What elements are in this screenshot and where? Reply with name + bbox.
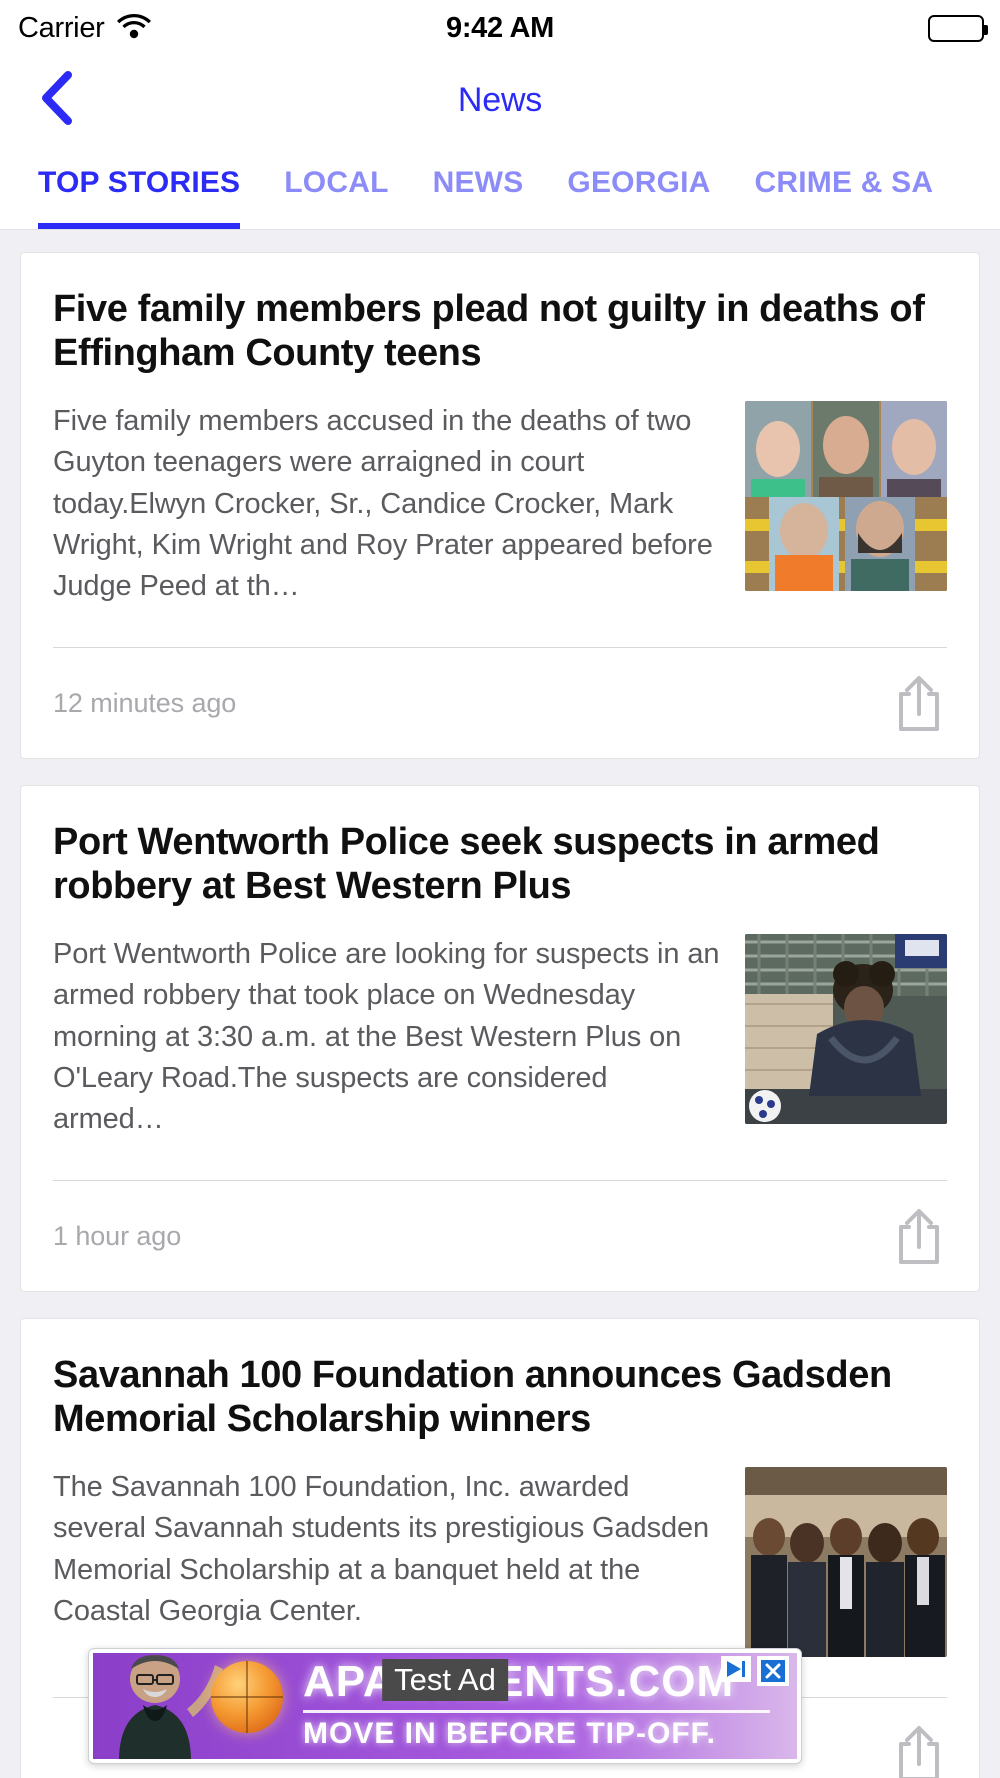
tab-top-stories[interactable]: TOP STORIES: [38, 144, 241, 229]
news-card[interactable]: Port Wentworth Police seek suspects in a…: [20, 785, 980, 1293]
article-timestamp: 12 minutes ago: [53, 687, 237, 718]
battery-full-icon: [928, 14, 988, 42]
article-summary: The Savannah 100 Foundation, Inc. awarde…: [53, 1471, 710, 1627]
tab-news[interactable]: NEWS: [433, 144, 524, 229]
share-icon[interactable]: [891, 672, 947, 734]
article-summary: Port Wentworth Police are looking for su…: [53, 938, 720, 1135]
status-bar-time: 9:42 AM: [445, 11, 555, 44]
article-body: The Savannah 100 Foundation, Inc. awarde…: [53, 1467, 947, 1658]
news-feed[interactable]: Five family members plead not guilty in …: [0, 230, 1000, 1778]
surveillance-photo-thumbnail: [745, 934, 947, 1125]
share-icon[interactable]: [891, 1205, 947, 1267]
ad-text-block: APARTMENTS.COM MOVE IN BEFORE TIP-OFF.: [303, 1657, 789, 1751]
mugshot-collage-thumbnail: [745, 401, 947, 592]
ad-headline: APARTMENTS.COM: [303, 1657, 735, 1706]
article-timestamp: 1 hour ago: [53, 1220, 182, 1251]
news-card[interactable]: Five family members plead not guilty in …: [20, 252, 980, 760]
card-footer: 1 hour ago: [53, 1181, 947, 1291]
navigation-bar: News: [0, 56, 1000, 144]
status-bar: Carrier 9:42 AM: [0, 0, 1000, 56]
page-title: News: [457, 80, 543, 119]
ad-tagline: MOVE IN BEFORE TIP-OFF.: [303, 1717, 717, 1750]
article-headline: Savannah 100 Foundation announces Gadsde…: [53, 1354, 892, 1441]
article-body: Port Wentworth Police are looking for su…: [53, 934, 947, 1140]
article-body: Five family members accused in the death…: [53, 401, 947, 607]
tab-crime-safety[interactable]: CRIME & SA: [755, 144, 934, 229]
ad-rule: [303, 1710, 770, 1713]
tab-local[interactable]: LOCAL: [284, 144, 388, 229]
tab-georgia[interactable]: GEORGIA: [567, 144, 710, 229]
status-bar-right: [928, 0, 988, 56]
ad-creative[interactable]: APARTMENTS.COM MOVE IN BEFORE TIP-OFF. T…: [93, 1653, 797, 1759]
article-headline: Five family members plead not guilty in …: [53, 288, 925, 375]
ad-basketball-icon: [211, 1661, 283, 1733]
app-screen: Carrier 9:42 AM News TOP STORIES LOCAL N…: [0, 0, 1000, 1778]
close-icon[interactable]: [757, 1656, 789, 1686]
article-summary: Five family members accused in the death…: [53, 405, 713, 602]
share-icon[interactable]: [891, 1722, 947, 1778]
article-headline: Port Wentworth Police seek suspects in a…: [53, 821, 880, 908]
test-ad-label: Test Ad: [382, 1659, 508, 1701]
adchoices-icon[interactable]: [721, 1656, 751, 1682]
category-tab-bar[interactable]: TOP STORIES LOCAL NEWS GEORGIA CRIME & S…: [0, 144, 1000, 230]
group-photo-thumbnail: [745, 1467, 947, 1658]
ad-banner[interactable]: APARTMENTS.COM MOVE IN BEFORE TIP-OFF. T…: [88, 1648, 802, 1764]
card-footer: 12 minutes ago: [53, 648, 947, 758]
